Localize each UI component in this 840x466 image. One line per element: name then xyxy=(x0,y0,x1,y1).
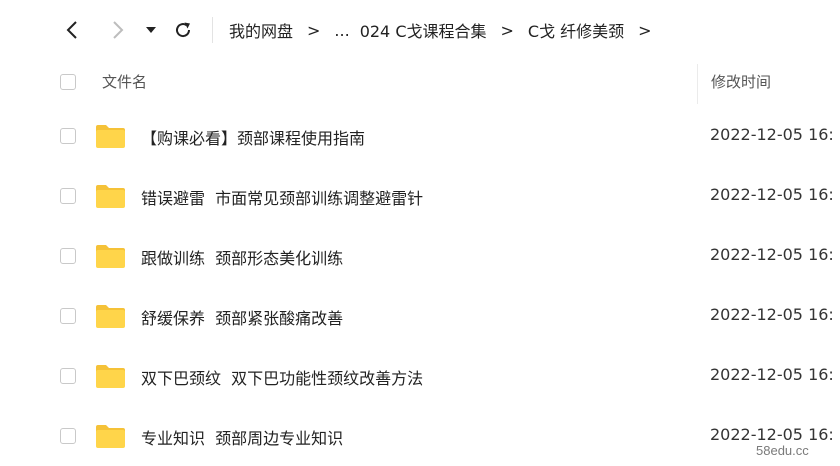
caret-down-icon xyxy=(146,27,156,33)
breadcrumb-item-current[interactable]: C戈 纤修美颈 xyxy=(528,18,624,42)
breadcrumb-separator: > xyxy=(638,20,652,40)
row-checkbox[interactable] xyxy=(60,308,76,324)
breadcrumb: 我的网盘 > ... 024 C戈课程合集 > C戈 纤修美颈 > xyxy=(229,16,666,44)
back-button[interactable] xyxy=(57,14,87,46)
chevron-right-icon xyxy=(113,21,124,39)
folder-icon xyxy=(96,365,125,388)
file-modified-time: 2022-12-05 16: xyxy=(710,305,834,324)
file-modified-time: 2022-12-05 16: xyxy=(710,365,834,384)
breadcrumb-separator: > xyxy=(500,20,514,40)
watermark: 58edu.cc xyxy=(756,443,809,458)
file-row[interactable]: 【购课必看】颈部课程使用指南 2022-12-05 16: xyxy=(0,106,840,166)
folder-icon xyxy=(96,425,125,448)
file-name[interactable]: 舒缓保养 颈部紧张酸痛改善 xyxy=(141,305,343,329)
toolbar: 我的网盘 > ... 024 C戈课程合集 > C戈 纤修美颈 > xyxy=(0,0,840,60)
column-header-modified[interactable]: 修改时间 xyxy=(711,71,771,92)
row-checkbox[interactable] xyxy=(60,368,76,384)
breadcrumb-item-course-collection[interactable]: 024 C戈课程合集 xyxy=(360,18,487,42)
breadcrumb-item-root[interactable]: 我的网盘 xyxy=(229,18,293,42)
toolbar-divider xyxy=(212,17,213,43)
file-row[interactable]: 舒缓保养 颈部紧张酸痛改善 2022-12-05 16: xyxy=(0,286,840,346)
file-row[interactable]: 跟做训练 颈部形态美化训练 2022-12-05 16: xyxy=(0,226,840,286)
folder-icon xyxy=(96,245,125,268)
file-name[interactable]: 双下巴颈纹 双下巴功能性颈纹改善方法 xyxy=(141,365,423,389)
forward-button[interactable] xyxy=(103,14,133,46)
breadcrumb-separator: > xyxy=(307,20,321,40)
file-modified-time: 2022-12-05 16: xyxy=(710,185,834,204)
refresh-icon xyxy=(176,22,191,38)
folder-icon xyxy=(96,125,125,148)
folder-icon xyxy=(96,305,125,328)
file-modified-time: 2022-12-05 16: xyxy=(710,125,834,144)
file-row[interactable]: 错误避雷 市面常见颈部训练调整避雷针 2022-12-05 16: xyxy=(0,166,840,226)
chevron-left-icon xyxy=(66,21,77,39)
row-checkbox[interactable] xyxy=(60,428,76,444)
file-name[interactable]: 【购课必看】颈部课程使用指南 xyxy=(141,125,365,149)
file-modified-time: 2022-12-05 16: xyxy=(710,425,834,444)
breadcrumb-item-ellipsis[interactable]: ... xyxy=(334,21,349,40)
file-list-header: 文件名 修改时间 xyxy=(0,60,840,104)
row-checkbox[interactable] xyxy=(60,248,76,264)
history-dropdown-button[interactable] xyxy=(140,14,162,46)
file-list: 【购课必看】颈部课程使用指南 2022-12-05 16: 错误避雷 市面常见颈… xyxy=(0,106,840,466)
column-resize-handle[interactable] xyxy=(697,64,698,104)
folder-icon xyxy=(96,185,125,208)
column-header-name[interactable]: 文件名 xyxy=(102,71,147,92)
file-row[interactable]: 专业知识 颈部周边专业知识 2022-12-05 16: xyxy=(0,406,840,466)
file-modified-time: 2022-12-05 16: xyxy=(710,245,834,264)
file-name[interactable]: 跟做训练 颈部形态美化训练 xyxy=(141,245,343,269)
row-checkbox[interactable] xyxy=(60,188,76,204)
select-all-checkbox[interactable] xyxy=(60,74,76,90)
file-name[interactable]: 错误避雷 市面常见颈部训练调整避雷针 xyxy=(141,185,423,209)
file-name[interactable]: 专业知识 颈部周边专业知识 xyxy=(141,425,343,449)
refresh-button[interactable] xyxy=(168,14,198,46)
row-checkbox[interactable] xyxy=(60,128,76,144)
file-row[interactable]: 双下巴颈纹 双下巴功能性颈纹改善方法 2022-12-05 16: xyxy=(0,346,840,406)
